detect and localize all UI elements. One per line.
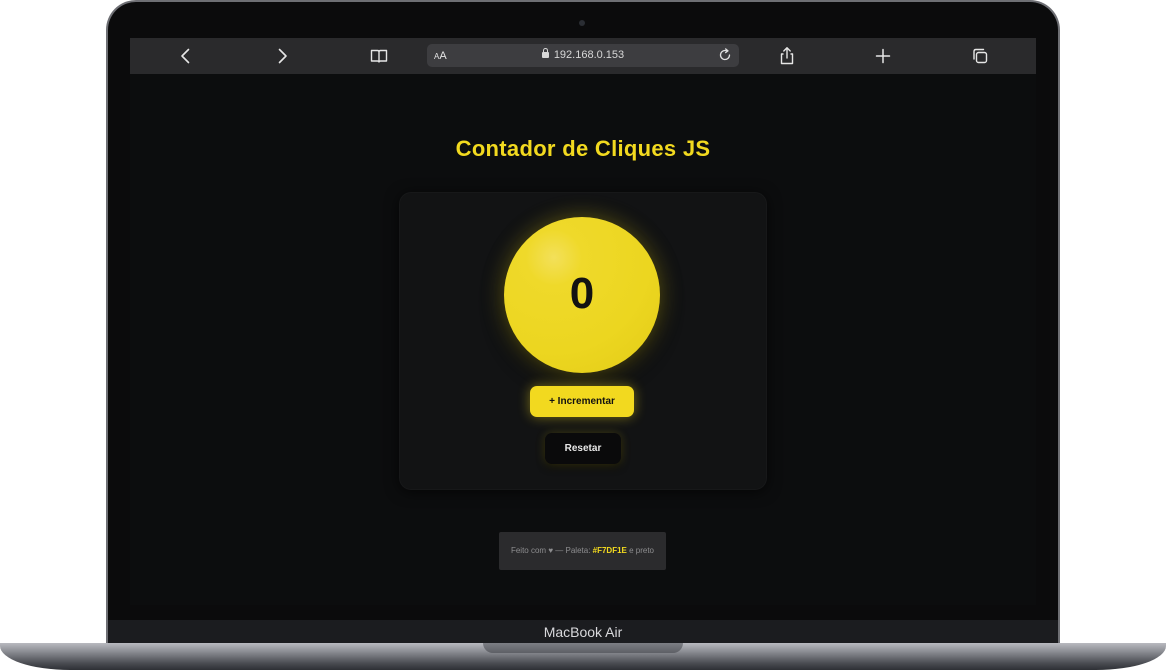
url-text: 192.168.0.153: [427, 48, 739, 61]
footer-hex: #F7DF1E: [592, 546, 627, 555]
laptop-hinge-notch: [483, 643, 683, 653]
footer-suffix: e preto: [626, 546, 655, 555]
page-content: Contador de Cliques JS 0 + Incrementar R…: [130, 74, 1036, 605]
bookmarks-icon[interactable]: [369, 46, 389, 66]
url-value: 192.168.0.153: [553, 49, 625, 61]
browser-window: AA 192.168.0.153 Contador de Cliques JS …: [130, 38, 1036, 605]
camera-icon: [579, 20, 585, 26]
page-title: Contador de Cliques JS: [455, 136, 711, 161]
counter-value: 0: [569, 269, 595, 318]
share-icon[interactable]: [777, 46, 797, 66]
address-bar[interactable]: AA 192.168.0.153: [427, 44, 739, 67]
lock-icon: [541, 48, 549, 58]
counter-card: 0 + Incrementar Resetar: [399, 192, 767, 490]
increment-button[interactable]: + Incrementar: [530, 386, 634, 417]
forward-icon[interactable]: [272, 46, 292, 66]
device-label: MacBook Air: [543, 624, 623, 640]
back-icon[interactable]: [176, 46, 196, 66]
reset-button[interactable]: Resetar: [545, 433, 621, 464]
counter-display[interactable]: 0: [504, 217, 660, 373]
footer-prefix: Feito com ♥ — Paleta:: [510, 546, 593, 555]
footer: Feito com ♥ — Paleta: #F7DF1E e preto: [499, 532, 666, 570]
new-tab-icon[interactable]: [873, 46, 893, 66]
browser-toolbar: AA 192.168.0.153: [130, 38, 1036, 74]
tabs-icon[interactable]: [970, 46, 990, 66]
reload-icon[interactable]: [717, 47, 733, 63]
